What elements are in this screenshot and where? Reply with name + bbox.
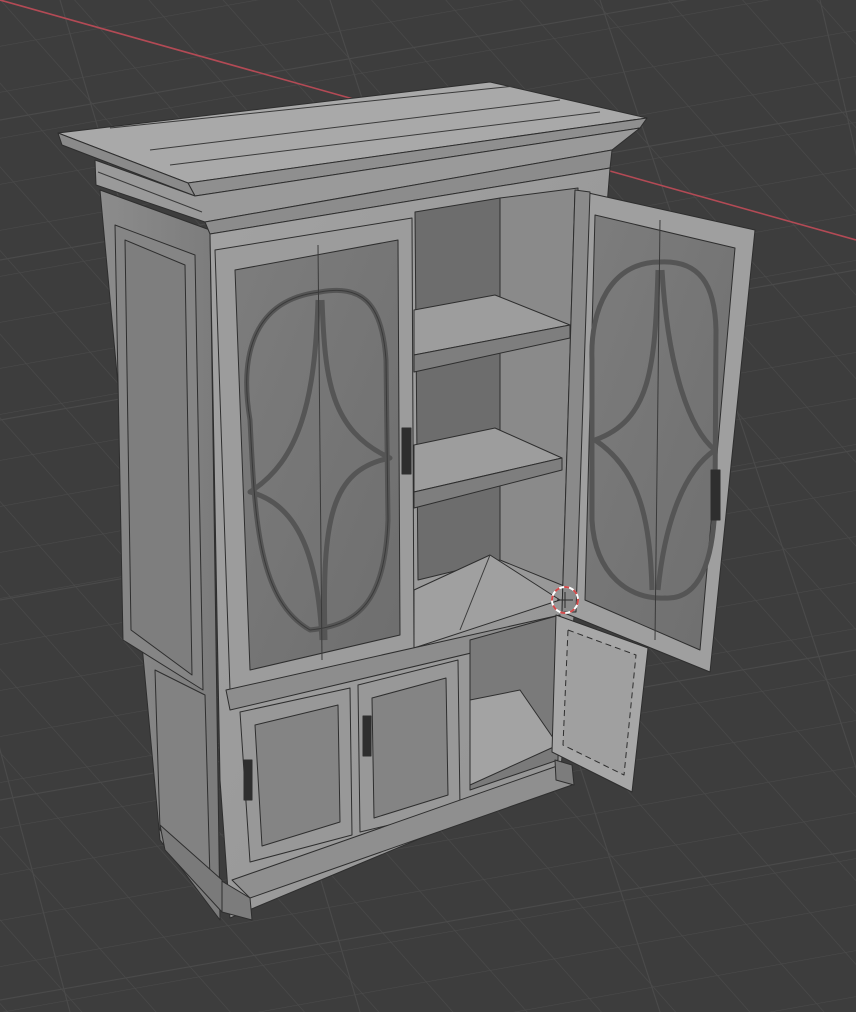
- left-side-panel-inner: [124, 239, 193, 676]
- 3d-viewport[interactable]: [0, 0, 856, 1012]
- lower-door-1-handle[interactable]: [243, 759, 253, 801]
- lower-door-2-handle[interactable]: [362, 715, 372, 757]
- upper-right-door-handle[interactable]: [710, 469, 721, 521]
- lower-door-2-panel: [371, 677, 449, 819]
- upper-left-door-handle[interactable]: [401, 427, 412, 475]
- interior-back: [414, 197, 501, 581]
- lower-door-1-panel: [254, 704, 341, 847]
